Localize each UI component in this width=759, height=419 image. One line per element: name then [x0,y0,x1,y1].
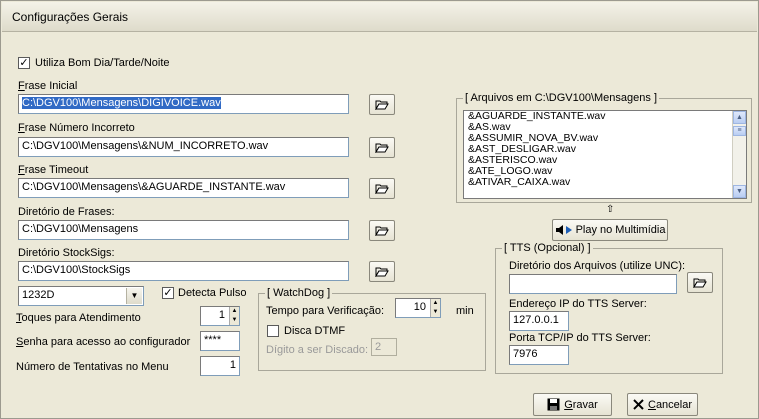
tts-dir-label: Diretório dos Arquivos (utilize UNC): [509,260,686,272]
frase-inicial-input[interactable]: C:\DGV100\Mensagens\DIGIVOICE.wav [18,94,349,114]
diretorio-stocksigs-label: Diretório StockSigs: [18,247,115,259]
frase-inicial-browse-button[interactable] [369,94,395,115]
tempo-verificacao-input[interactable]: 10 ▲ ▼ [395,298,441,318]
tempo-unit-label: min [456,305,474,317]
frase-timeout-browse-button[interactable] [369,178,395,199]
senha-label: Senha para acesso ao configurador [16,336,191,348]
toques-input[interactable]: 1 ▲ ▼ [200,306,240,326]
tts-dir-browse-button[interactable] [687,272,713,293]
frase-timeout-input[interactable]: C:\DGV100\Mensagens\&AGUARDE_INSTANTE.wa… [18,178,349,198]
scroll-up-icon[interactable]: ▲ [733,111,746,124]
digito-discado-label: Dígito a ser Discado: [266,344,369,356]
watchdog-title: [ WatchDog ] [265,287,333,299]
diretorio-frases-browse-button[interactable] [369,220,395,241]
arquivos-scrollbar[interactable]: ▲ ≡ ▼ [732,111,746,198]
diretorio-stocksigs-input[interactable]: C:\DGV100\StockSigs [18,261,349,281]
title-bar: Configurações Gerais [2,2,757,32]
senha-input[interactable]: **** [200,331,240,351]
disca-dtmf-checkbox[interactable] [267,325,279,337]
tempo-verificacao-label: Tempo para Verificação: [266,305,385,317]
chevron-down-icon[interactable]: ▼ [126,288,142,304]
configuracoes-gerais-window: Configurações Gerais ✓ Utiliza Bom Dia/T… [0,0,759,419]
tts-ip-label: Endereço IP do TTS Server: [509,298,647,310]
cancelar-button[interactable]: Cancelar [627,393,698,416]
speaker-play-icon [555,225,572,235]
toques-spinner[interactable]: ▲ ▼ [229,307,239,325]
folder-open-icon [375,184,389,194]
x-icon [633,399,644,410]
frase-inicial-label: Frase Inicial [18,80,78,92]
folder-open-icon [375,100,389,110]
scroll-down-icon[interactable]: ▼ [733,185,746,198]
folder-open-icon [693,278,707,288]
tts-ip-input[interactable]: 127.0.0.1 [509,311,569,331]
play-multimidia-button[interactable]: Play no Multimídia [552,219,668,241]
tentativas-label: Número de Tentativas no Menu [16,361,169,373]
window-title: Configurações Gerais [12,10,129,24]
folder-open-icon [375,267,389,277]
tts-title: [ TTS (Opcional) ] [502,242,593,254]
disca-dtmf-label: Disca DTMF [284,325,346,337]
tentativas-input[interactable]: 1 [200,356,240,376]
tts-port-input[interactable]: 7976 [509,345,569,365]
detecta-pulso-checkbox[interactable]: ✓ [162,287,174,299]
toques-label: Toques para Atendimento [16,312,141,324]
device-combobox[interactable]: 1232D ▼ [18,286,144,306]
list-item[interactable]: &ATIVAR_CAIXA.wav [464,177,746,188]
gravar-button[interactable]: Gravar [533,393,612,416]
frase-numero-incorreto-label: Frase Número Incorreto [18,122,135,134]
scroll-thumb[interactable]: ≡ [733,126,746,136]
tts-dir-input[interactable] [509,274,677,294]
tts-port-label: Porta TCP/IP do TTS Server: [509,332,651,344]
diretorio-frases-input[interactable]: C:\DGV100\Mensagens [18,220,349,240]
folder-open-icon [375,226,389,236]
folder-open-icon [375,143,389,153]
frase-numero-incorreto-browse-button[interactable] [369,137,395,158]
frase-numero-incorreto-input[interactable]: C:\DGV100\Mensagens\&NUM_INCORRETO.wav [18,137,349,157]
pointer-marker: ⇧ [606,204,615,215]
arquivos-listbox[interactable]: &AGUARDE_INSTANTE.wav &AS.wav &ASSUMIR_NOV… [463,110,747,199]
diretorio-stocksigs-browse-button[interactable] [369,261,395,282]
floppy-disk-icon [547,398,560,411]
tempo-verificacao-spinner[interactable]: ▲ ▼ [430,299,440,317]
greeting-checkbox-label: Utiliza Bom Dia/Tarde/Noite [35,57,170,69]
greeting-checkbox[interactable]: ✓ [18,57,30,69]
frase-timeout-label: Frase Timeout [18,164,89,176]
detecta-pulso-label: Detecta Pulso [178,287,247,299]
arquivos-list: &AGUARDE_INSTANTE.wav &AS.wav &ASSUMIR_NOV… [464,111,746,188]
digito-discado-input[interactable]: 2 [371,338,397,356]
diretorio-frases-label: Diretório de Frases: [18,206,115,218]
arquivos-title: [ Arquivos em C:\DGV100\Mensagens ] [463,92,660,104]
